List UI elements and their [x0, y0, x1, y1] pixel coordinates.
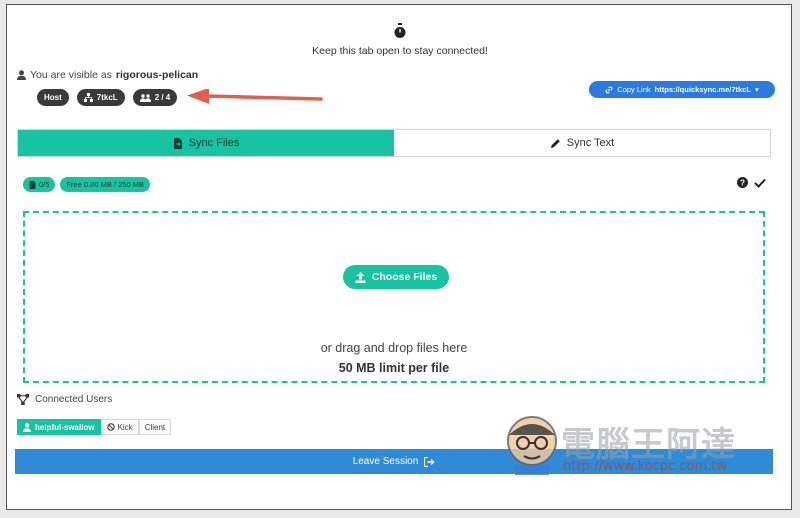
annotation-arrow-icon [187, 89, 323, 104]
connected-users-label: Connected Users [35, 394, 113, 405]
storage-badge: Free 0.00 MB / 250 MB [60, 177, 150, 192]
users-icon [139, 93, 151, 102]
sync-tabs: Sync Files Sync Text [17, 129, 771, 157]
tab-sync-files[interactable]: Sync Files [18, 130, 394, 156]
file-limit-text: 50 MB limit per file [338, 361, 450, 375]
connected-users-title: Connected Users [17, 394, 112, 405]
current-username: rigorous-pelican [115, 69, 199, 81]
choose-files-label: Choose Files [371, 271, 438, 283]
file-dropzone[interactable]: Choose Files or drag and drop files here… [23, 211, 765, 383]
visible-prefix: You are visible as [30, 69, 112, 81]
tab-sync-files-label: Sync Files [188, 137, 240, 149]
tab-sync-text[interactable]: Sync Text [394, 130, 770, 156]
user-icon [23, 422, 31, 432]
users-count-badge: 2 / 4 [132, 89, 178, 106]
tab-sync-text-label: Sync Text [566, 137, 615, 149]
link-icon [605, 86, 613, 93]
file-stats: 0/5 Free 0.00 MB / 250 MB [23, 177, 150, 192]
copy-link-label: Copy Link [617, 85, 651, 94]
leave-session-label: Leave Session [352, 456, 419, 467]
file-sync-icon [173, 137, 182, 149]
kick-label: Kick [117, 422, 133, 432]
file-count: 0/5 [39, 180, 50, 189]
session-badges: Host 7tkcL 2 / 4 [37, 89, 178, 106]
pencil-icon [550, 138, 560, 148]
copy-link-button[interactable]: Copy Link https://quicksync.me/7tkcL ▾ [589, 81, 775, 98]
copy-link-url: https://quicksync.me/7tkcL [654, 85, 751, 94]
client-role-tag: Client [138, 419, 172, 435]
visible-as-line: You are visible as rigorous-pelican [17, 69, 198, 81]
help-actions: ? [737, 177, 766, 188]
storage-text: Free 0.00 MB / 250 MB [66, 180, 144, 189]
network-icon [17, 394, 29, 405]
keep-open-message: Keep this tab open to stay connected! [312, 45, 488, 57]
stopwatch-icon [394, 23, 406, 38]
choose-files-button[interactable]: Choose Files [343, 265, 449, 289]
file-count-badge: 0/5 [23, 177, 56, 192]
user-icon [17, 70, 26, 80]
file-sync-icon [29, 180, 36, 189]
ban-icon [106, 423, 115, 431]
session-code-badge: 7tkcL [76, 89, 125, 106]
user-row: helpful-swallow Kick Client [17, 419, 172, 435]
session-code: 7tkcL [96, 93, 118, 102]
connected-username: helpful-swallow [35, 422, 95, 432]
kick-button[interactable]: Kick [100, 419, 139, 435]
svg-text:?: ? [740, 178, 745, 188]
chevron-down-icon: ▾ [754, 85, 759, 94]
question-icon[interactable]: ? [737, 177, 748, 188]
role-label: Host [44, 93, 62, 102]
drag-drop-text: or drag and drop files here [320, 341, 468, 355]
exit-icon [424, 456, 435, 467]
leave-session-button[interactable]: Leave Session [15, 449, 773, 474]
check-icon[interactable] [754, 178, 766, 188]
user-badge: helpful-swallow [17, 419, 101, 435]
role-badge: Host [37, 89, 69, 106]
app-frame: Keep this tab open to stay connected! Yo… [6, 4, 792, 510]
upload-icon [355, 271, 366, 283]
client-role-label: Client [144, 422, 166, 432]
users-count: 2 / 4 [154, 93, 171, 102]
network-icon [83, 93, 93, 102]
